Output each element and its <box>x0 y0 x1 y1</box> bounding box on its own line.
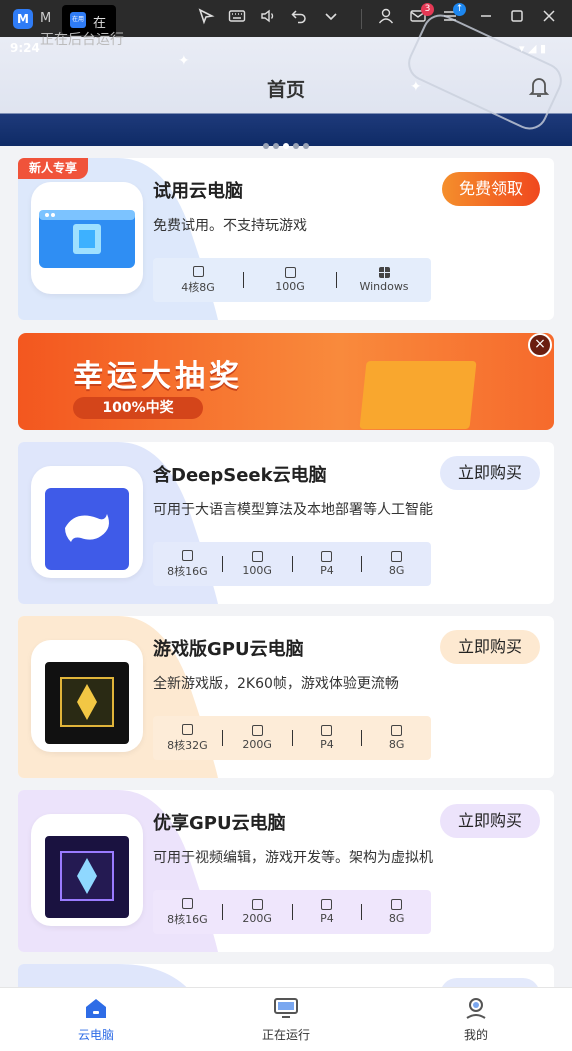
gpu-chip-icon <box>31 640 143 752</box>
cursor-icon[interactable] <box>195 7 217 29</box>
user-icon[interactable] <box>375 7 397 29</box>
spec-os: Windows <box>337 267 431 293</box>
product-card-trial[interactable]: 新人专享 试用云电脑 免费试用。不支持玩游戏 免费领取 4核8G 100G Wi… <box>18 158 554 320</box>
product-card-premium-gpu[interactable]: 优享GPU云电脑 可用于视频编辑，游戏开发等。架构为虚拟机 立即购买 8核16G… <box>18 790 554 952</box>
card-title: 含DeepSeek云电脑 <box>153 465 327 486</box>
maximize-icon[interactable] <box>506 7 528 29</box>
nav-label: 云电脑 <box>77 1028 114 1042</box>
product-card-gaming-gpu[interactable]: 游戏版GPU云电脑 全新游戏版，2K60帧，游戏体验更流畅 立即购买 8核32G… <box>18 616 554 778</box>
spec-gpu: P4 <box>293 551 362 577</box>
cpu-icon <box>181 723 193 735</box>
spec-bar: 4核8G 100G Windows <box>153 258 431 302</box>
page-title: 首页 <box>266 79 305 101</box>
lottery-title: 幸运大抽奖 <box>73 359 243 394</box>
card-description: 全新游戏版，2K60帧，游戏体验更流畅 <box>153 676 399 692</box>
spec-bar: 8核16G 200G P4 8G <box>153 890 431 934</box>
spec-bar: 8核16G 100G P4 8G <box>153 542 431 586</box>
card-description: 可用于大语言模型算法及本地部署等人工智能 <box>153 502 433 518</box>
spec-storage: 200G <box>223 725 292 751</box>
nav-item-running[interactable]: 正在运行 <box>226 996 346 1043</box>
spec-cpu: 8核16G <box>153 549 222 579</box>
spec-vram: 8G <box>362 899 431 925</box>
spec-gpu: P4 <box>293 725 362 751</box>
spec-storage: 100G <box>244 267 336 293</box>
tab-app-icon: 在用 <box>70 12 86 28</box>
spec-vram: 8G <box>362 725 431 751</box>
ssd-icon <box>251 551 263 562</box>
cpu-icon <box>181 549 193 561</box>
mail-badge: 3 <box>421 3 434 16</box>
app-icon[interactable]: M <box>13 9 33 29</box>
volume-icon[interactable] <box>257 7 279 29</box>
spec-vram: 8G <box>362 551 431 577</box>
update-badge-icon: ↑ <box>453 3 466 16</box>
nav-item-mine[interactable]: 我的 <box>416 996 536 1043</box>
chevron-down-icon[interactable] <box>320 7 342 29</box>
gpu-icon <box>391 899 403 910</box>
card-title: 游戏版GPU云电脑 <box>153 639 304 660</box>
home-icon <box>86 999 106 1018</box>
deepseek-whale-icon <box>31 466 143 578</box>
nav-item-cloud-pc[interactable]: 云电脑 <box>36 996 156 1043</box>
gpu-icon <box>391 725 403 736</box>
buy-now-button[interactable]: 立即购买 <box>440 456 540 490</box>
ssd-icon <box>251 899 263 910</box>
bottom-navigation: 云电脑 正在运行 我的 <box>0 987 572 1051</box>
new-user-tag: 新人专享 <box>18 158 88 179</box>
profile-icon <box>466 998 486 1019</box>
buy-now-button[interactable]: 立即购买 <box>440 804 540 838</box>
gift-box-icon <box>359 361 477 429</box>
card-description: 免费试用。不支持玩游戏 <box>153 218 307 234</box>
carousel-dot[interactable] <box>293 143 299 149</box>
ssd-icon <box>251 725 263 736</box>
sparkle-icon: ✦ <box>178 53 190 69</box>
card-title: 试用云电脑 <box>153 181 243 202</box>
spec-cpu: 8核32G <box>153 723 222 753</box>
spec-cpu: 4核8G <box>153 265 243 295</box>
spec-cpu: 8核16G <box>153 897 222 927</box>
carousel-dot[interactable] <box>263 143 269 149</box>
nav-label: 正在运行 <box>261 1028 310 1042</box>
gpu-chip-icon <box>31 814 143 926</box>
lottery-banner[interactable]: 幸运大抽奖 100%中奖 × <box>18 333 554 430</box>
cpu-icon <box>181 897 193 909</box>
spec-bar: 8核32G 200G P4 8G <box>153 716 431 760</box>
free-claim-button[interactable]: 免费领取 <box>442 172 540 206</box>
carousel-dot[interactable] <box>273 143 279 149</box>
background-running-text: 正在后台运行 <box>40 32 124 48</box>
carousel-dot[interactable] <box>303 143 309 149</box>
cloud-pc-icon <box>31 182 143 294</box>
bell-icon[interactable] <box>526 73 552 99</box>
banner-close-icon[interactable]: × <box>528 333 552 357</box>
keyboard-icon[interactable] <box>226 7 248 29</box>
app-short-label: M <box>40 11 52 26</box>
minimize-icon[interactable] <box>475 7 497 29</box>
lottery-subtitle: 100%中奖 <box>73 397 203 419</box>
buy-now-button[interactable]: 立即购买 <box>440 630 540 664</box>
gpu-icon <box>321 725 333 736</box>
close-icon[interactable] <box>538 7 560 29</box>
card-title: 优享GPU云电脑 <box>153 813 286 834</box>
spec-gpu: P4 <box>293 899 362 925</box>
status-time: 9:24 <box>10 41 40 55</box>
monitor-icon <box>274 998 298 1018</box>
gpu-icon <box>391 551 403 562</box>
product-card-deepseek[interactable]: 含DeepSeek云电脑 可用于大语言模型算法及本地部署等人工智能 立即购买 8… <box>18 442 554 604</box>
taskbar-divider <box>361 9 362 29</box>
carousel-dot-active[interactable] <box>283 143 289 149</box>
cpu-icon <box>192 265 204 277</box>
windows-icon <box>378 267 390 278</box>
ssd-icon <box>284 267 296 278</box>
gpu-icon <box>321 551 333 562</box>
spec-storage: 200G <box>223 899 292 925</box>
spec-storage: 100G <box>223 551 292 577</box>
card-description: 可用于视频编辑，游戏开发等。架构为虚拟机 <box>153 850 433 866</box>
nav-label: 我的 <box>463 1028 488 1042</box>
carousel-indicator <box>0 134 572 153</box>
header-banner: ✦ ✦ 9:24 正在后台运行 ▾ ◢ ▮ 首页 <box>0 8 572 149</box>
gpu-icon <box>321 899 333 910</box>
undo-icon[interactable] <box>288 7 310 29</box>
battery-signal-icon: ▾ ◢ ▮ <box>518 42 546 55</box>
